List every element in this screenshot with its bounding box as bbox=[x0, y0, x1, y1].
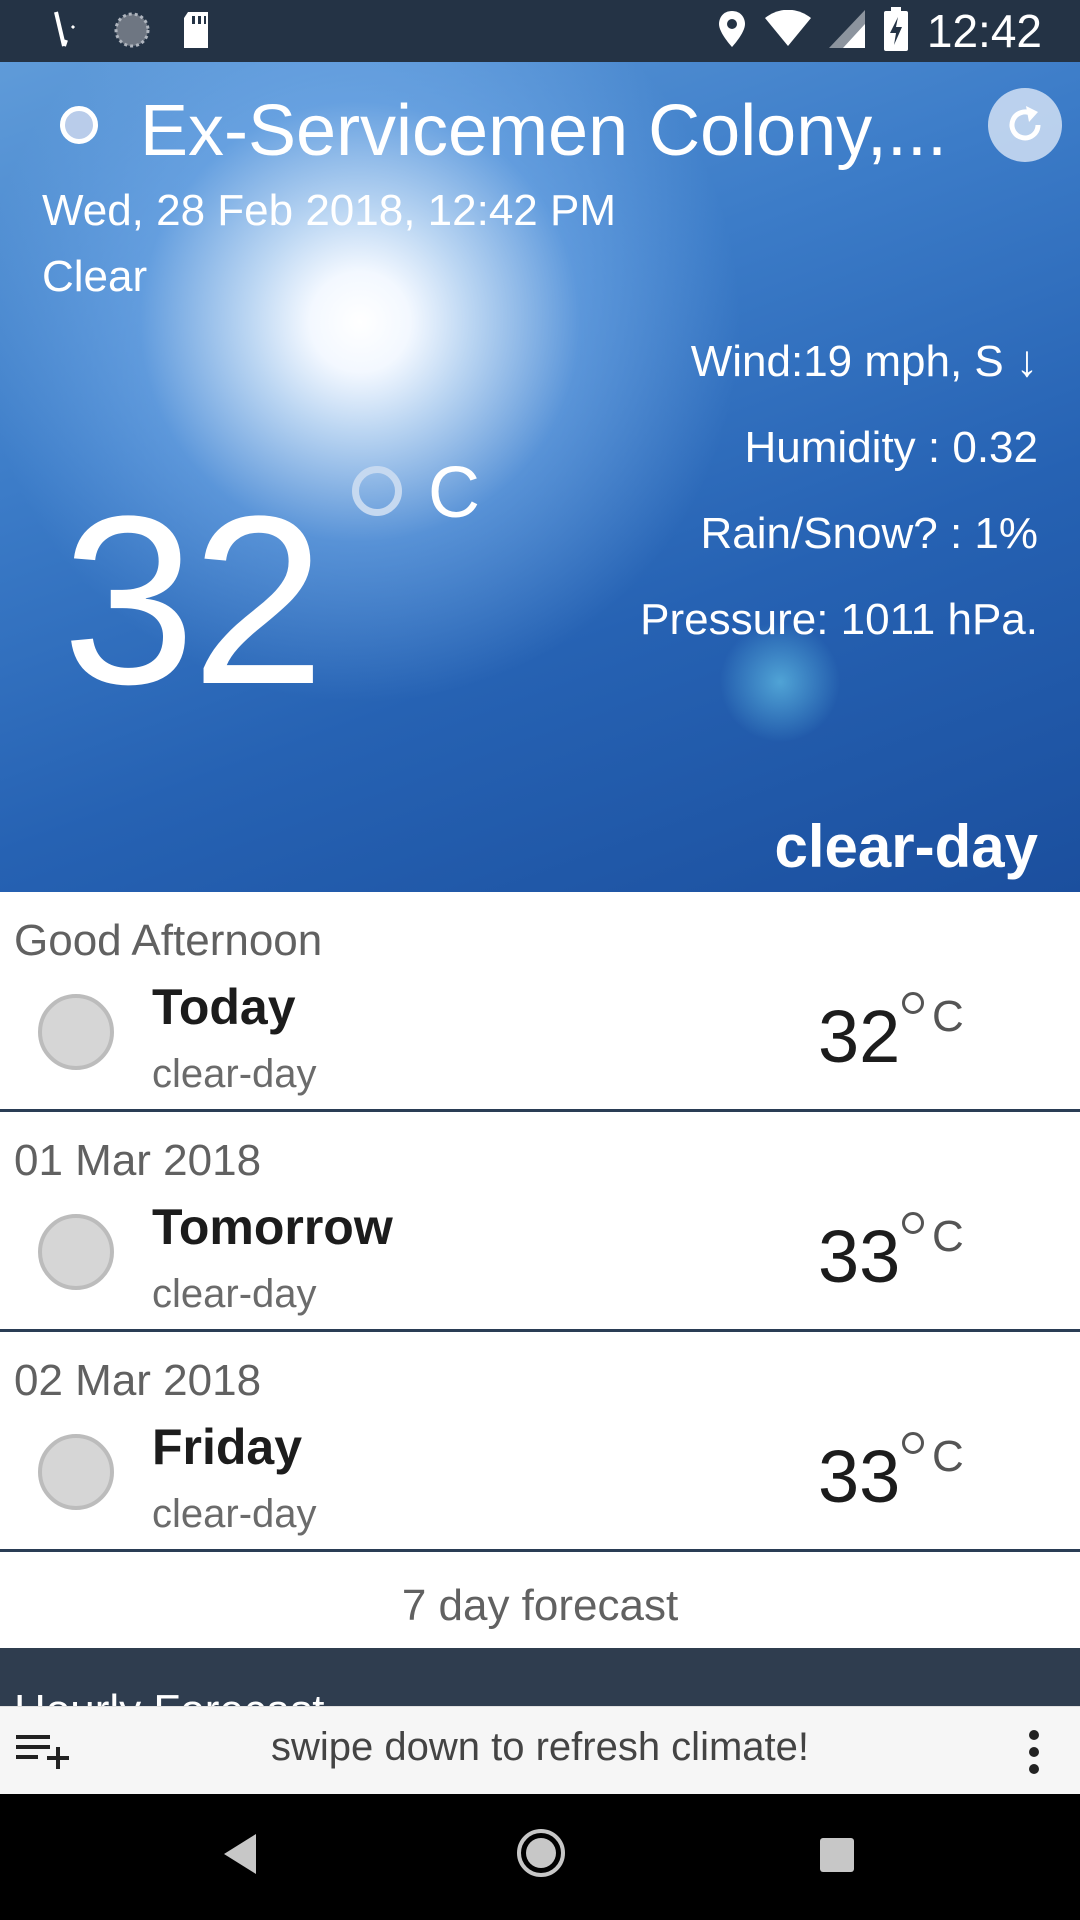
forecast-temp: 32 bbox=[818, 995, 901, 1078]
temperature-unit: C bbox=[428, 453, 480, 533]
forecast-card-friday[interactable]: 02 Mar 2018 Friday clear-day 33 C bbox=[0, 1332, 1080, 1552]
current-temperature: 32 bbox=[62, 466, 325, 734]
forecast-temp: 33 bbox=[818, 1435, 901, 1518]
forecast-condition: clear-day bbox=[152, 1492, 317, 1536]
forecast-temp: 33 bbox=[818, 1215, 901, 1298]
weather-condition-icon bbox=[38, 1434, 114, 1510]
forecast-day: Tomorrow bbox=[152, 1199, 393, 1255]
degree-icon bbox=[352, 466, 402, 516]
forecast-condition: clear-day bbox=[152, 1052, 317, 1096]
sd-card-icon bbox=[180, 10, 212, 54]
pen-icon bbox=[50, 10, 84, 54]
wind-value: Wind:19 mph, S ↓ bbox=[690, 337, 1038, 386]
more-options-icon[interactable] bbox=[1026, 1729, 1042, 1779]
recent-apps-icon[interactable] bbox=[820, 1838, 854, 1872]
forecast-card-today[interactable]: Good Afternoon Today clear-day 32 C bbox=[0, 892, 1080, 1112]
degree-icon bbox=[902, 1432, 924, 1454]
location-title[interactable]: Ex-Servicemen Colony,... bbox=[140, 90, 960, 172]
humidity-value: Humidity : 0.32 bbox=[744, 423, 1038, 472]
back-icon[interactable] bbox=[220, 1832, 260, 1880]
refresh-icon bbox=[1009, 106, 1041, 141]
current-weather-panel: Ex-Servicemen Colony,... Wed, 28 Feb 201… bbox=[0, 62, 1080, 892]
seven-day-forecast-button[interactable]: 7 day forecast bbox=[0, 1552, 1080, 1648]
forecast-day: Today bbox=[152, 979, 296, 1035]
forecast-list: Good Afternoon Today clear-day 32 C 01 M… bbox=[0, 892, 1080, 1552]
hourly-forecast-header[interactable]: Hourly Forecast bbox=[0, 1648, 1080, 1706]
forecast-card-tomorrow[interactable]: 01 Mar 2018 Tomorrow clear-day 33 C bbox=[0, 1112, 1080, 1332]
navigation-bar bbox=[0, 1794, 1080, 1920]
current-datetime: Wed, 28 Feb 2018, 12:42 PM bbox=[42, 186, 616, 235]
refresh-button[interactable] bbox=[988, 88, 1062, 162]
pressure-value: Pressure: 1011 hPa. bbox=[640, 595, 1038, 644]
forecast-date: 01 Mar 2018 bbox=[14, 1136, 262, 1185]
forecast-condition: clear-day bbox=[152, 1272, 317, 1316]
bottom-bar: swipe down to refresh climate! bbox=[0, 1706, 1080, 1795]
weather-details: Wind:19 mph, S ↓ Humidity : 0.32 Rain/Sn… bbox=[640, 332, 1038, 676]
degree-icon bbox=[902, 1212, 924, 1234]
current-summary: Clear bbox=[42, 252, 148, 301]
location-indicator-icon bbox=[60, 106, 98, 144]
forecast-date: Good Afternoon bbox=[14, 916, 323, 965]
forecast-day: Friday bbox=[152, 1419, 303, 1475]
forecast-date: 02 Mar 2018 bbox=[14, 1356, 262, 1405]
home-icon[interactable] bbox=[516, 1828, 566, 1882]
degree-icon bbox=[902, 992, 924, 1014]
sync-icon bbox=[112, 10, 152, 54]
precip-value: Rain/Snow? : 1% bbox=[700, 509, 1038, 558]
wifi-icon bbox=[764, 9, 811, 52]
hourly-forecast-label: Hourly Forecast bbox=[14, 1686, 325, 1706]
weather-condition-icon bbox=[38, 994, 114, 1070]
status-clock: 12:42 bbox=[926, 5, 1042, 57]
refresh-hint: swipe down to refresh climate! bbox=[270, 1725, 809, 1769]
forecast-unit: C bbox=[932, 1432, 964, 1481]
weather-icon-label: clear-day bbox=[774, 813, 1039, 880]
battery-charging-icon bbox=[883, 7, 909, 55]
forecast-unit: C bbox=[932, 1212, 964, 1261]
weather-condition-icon bbox=[38, 1214, 114, 1290]
status-bar: 12:42 bbox=[0, 0, 1080, 62]
location-icon bbox=[717, 9, 747, 53]
signal-icon bbox=[828, 10, 865, 52]
forecast-unit: C bbox=[932, 992, 964, 1041]
